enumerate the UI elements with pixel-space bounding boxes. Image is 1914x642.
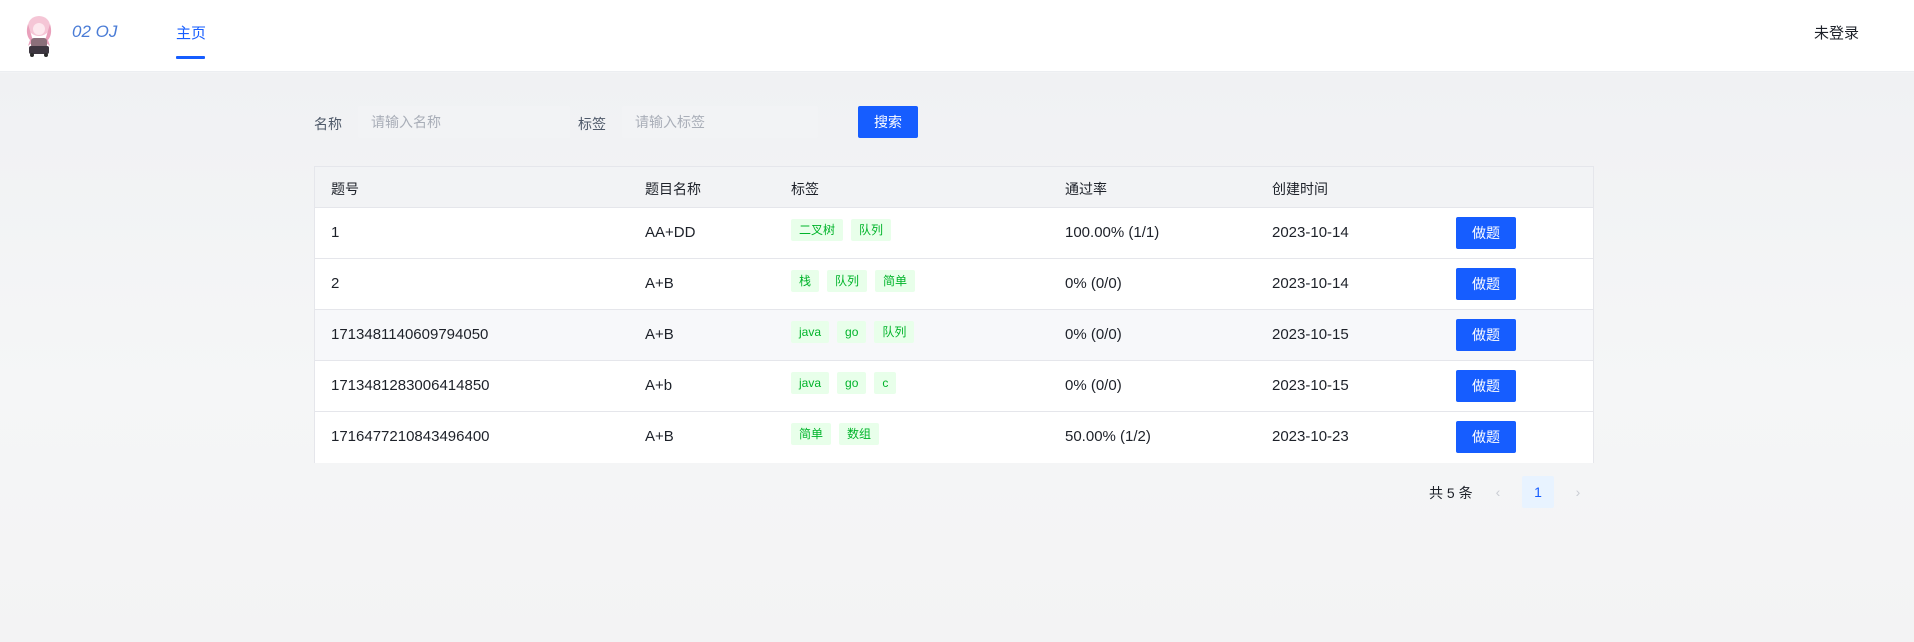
question-title: A+B <box>645 428 674 445</box>
search-button[interactable]: 搜索 <box>858 106 918 138</box>
tag-badge: 队列 <box>827 270 868 292</box>
pass-rate: 100.00% (1/1) <box>1065 224 1160 241</box>
pass-rate: 0% (0/0) <box>1065 377 1122 394</box>
do-question-button[interactable]: 做题 <box>1456 268 1516 300</box>
tag-list: java go 队列 <box>791 321 915 343</box>
question-title: A+B <box>645 326 674 343</box>
col-header-title: 题目名称 <box>645 181 701 197</box>
nav-item-home[interactable]: 主页 <box>176 22 206 43</box>
question-id: 1713481283006414850 <box>331 377 490 394</box>
name-label: 名称 <box>314 116 342 132</box>
tag-list: java go c <box>791 372 897 394</box>
question-table: 题号 题目名称 标签 通过率 创建时间 1 AA+DD 二叉树 队列 100.00% (… <box>314 166 1594 463</box>
do-question-button[interactable]: 做题 <box>1456 421 1516 453</box>
logo-avatar-icon[interactable] <box>22 12 56 58</box>
do-question-button[interactable]: 做题 <box>1456 319 1516 351</box>
tag-badge: 二叉树 <box>791 219 844 241</box>
col-header-id: 题号 <box>331 181 359 197</box>
table-row: 1716477210843496400 A+B 简单 数组 50.00% (1/2) 20… <box>315 412 1593 463</box>
table-row: 2 A+B 栈队列 简单 0% (0/0) 2023-10-14 做题 <box>315 259 1593 310</box>
question-id: 1 <box>331 224 340 241</box>
question-title: AA+DD <box>645 224 696 241</box>
table-row: 1 AA+DD 二叉树 队列 100.00% (1/1) 2023-10-14 做题 <box>315 208 1593 259</box>
do-question-button[interactable]: 做题 <box>1456 217 1516 249</box>
question-id: 1713481140609794050 <box>331 326 489 343</box>
created-date: 2023-10-14 <box>1272 224 1349 241</box>
do-question-button[interactable]: 做题 <box>1456 370 1516 402</box>
top-nav: 02 OJ 主页 未登录 <box>0 0 1914 72</box>
created-date: 2023-10-15 <box>1272 326 1349 343</box>
page-number-current[interactable]: 1 <box>1522 476 1554 508</box>
table-row: 1713481283006414850 A+b java go c 0% (0/0) 202… <box>315 361 1593 412</box>
question-id: 2 <box>331 275 340 292</box>
tag-badge: 数组 <box>839 423 880 445</box>
tag-badge: go <box>837 372 867 394</box>
table-header: 题号 题目名称 标签 通过率 创建时间 <box>315 167 1593 208</box>
nav-active-indicator <box>176 56 205 59</box>
pass-rate: 0% (0/0) <box>1065 275 1122 292</box>
tag-badge: c <box>874 372 897 394</box>
tag-badge: 简单 <box>875 270 916 292</box>
col-header-rate: 通过率 <box>1065 181 1107 197</box>
tag-badge: 简单 <box>791 423 832 445</box>
created-date: 2023-10-14 <box>1272 275 1349 292</box>
tag-label: 标签 <box>578 116 606 132</box>
col-header-tags: 标签 <box>791 181 819 197</box>
created-date: 2023-10-15 <box>1272 377 1349 394</box>
name-search-input[interactable] <box>358 106 570 138</box>
tag-badge: java <box>791 372 830 394</box>
created-date: 2023-10-23 <box>1272 428 1349 445</box>
tag-badge: java <box>791 321 830 343</box>
tag-badge: 队列 <box>874 321 915 343</box>
pass-rate: 50.00% (1/2) <box>1065 428 1151 445</box>
tag-badge: 栈 <box>791 270 820 292</box>
login-status[interactable]: 未登录 <box>1814 22 1859 43</box>
brand-name[interactable]: 02 OJ <box>72 22 117 42</box>
question-title: A+b <box>645 377 673 394</box>
tag-search-input[interactable] <box>622 106 818 138</box>
question-id: 1716477210843496400 <box>331 428 490 445</box>
pagination-total: 共 5 条 <box>1429 485 1473 501</box>
col-header-created: 创建时间 <box>1272 181 1328 197</box>
pass-rate: 0% (0/0) <box>1065 326 1122 343</box>
chevron-right-icon[interactable]: › <box>1568 477 1588 507</box>
tag-list: 简单 数组 <box>791 423 880 445</box>
tag-list: 二叉树 队列 <box>791 219 892 241</box>
tag-badge: 队列 <box>851 219 892 241</box>
question-title: A+B <box>645 275 674 292</box>
tag-list: 栈队列 简单 <box>791 270 916 292</box>
table-row: 1713481140609794050 A+B java go 队列 0% (0/0) 20… <box>315 310 1593 361</box>
tag-badge: go <box>837 321 867 343</box>
chevron-left-icon[interactable]: ‹ <box>1488 477 1508 507</box>
